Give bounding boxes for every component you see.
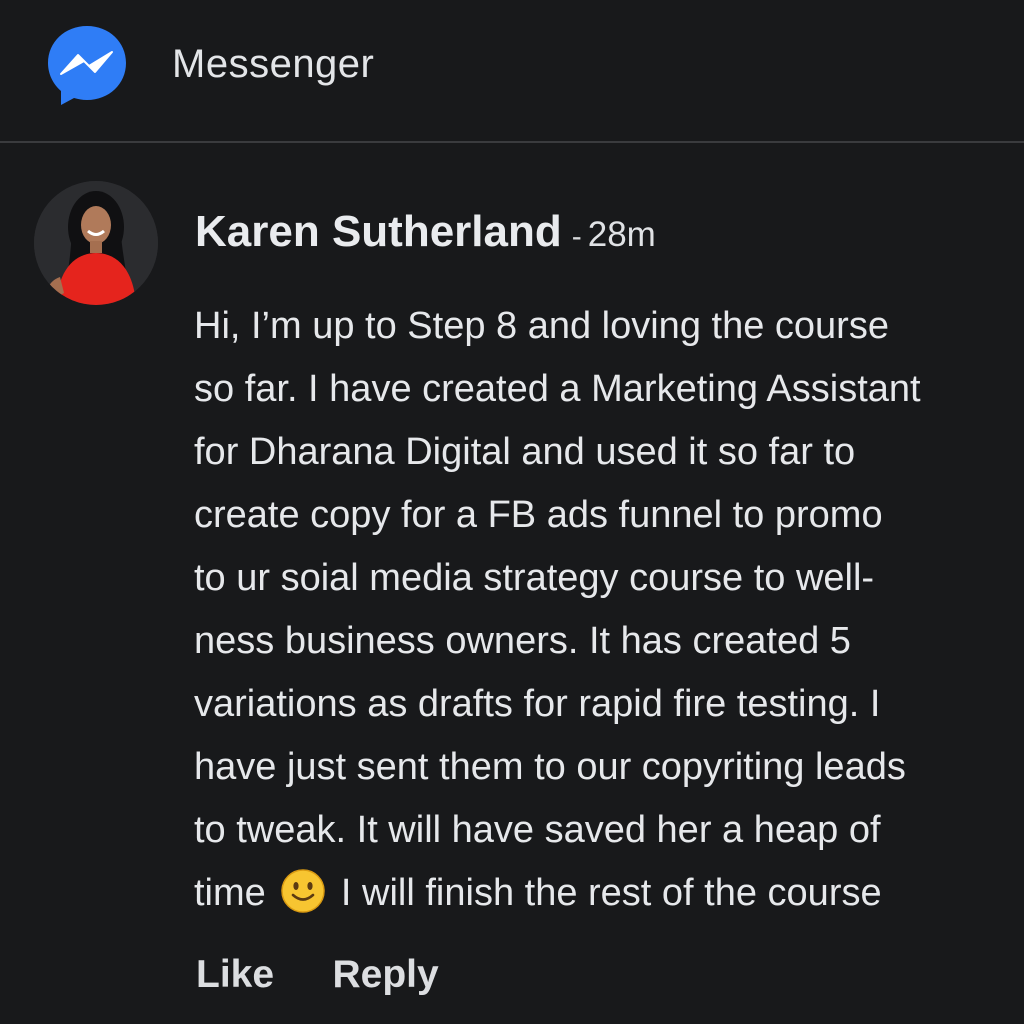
messenger-icon[interactable] [44, 22, 130, 108]
like-button[interactable]: Like [196, 953, 274, 997]
comment-line: Hi, I’m up to Step 8 and loving the cour… [194, 305, 889, 347]
comment-text: Hi, I’m up to Step 8 and loving the cour… [194, 295, 1024, 925]
comment-text-after-emoji: I will finish the rest of the course [340, 872, 882, 914]
comment-line: create copy for a FB ads funnel to promo [194, 494, 883, 536]
comment-line: so far. I have created a Marketing Assis… [194, 368, 921, 410]
comment-line: have just sent them to our copyriting le… [194, 746, 906, 788]
comment-line: for Dharana Digital and used it so far t… [194, 431, 856, 473]
comment-line: to ur soial media strategy course to wel… [194, 557, 875, 599]
author-name[interactable]: Karen Sutherland [195, 207, 562, 256]
comment-line-last: time I will finish the rest of the cours… [194, 862, 1024, 925]
comment-line: ness business owners. It has created 5 [194, 620, 851, 662]
app-title: Messenger [172, 42, 375, 86]
smiling-face-icon [281, 869, 326, 913]
avatar-portrait [34, 181, 158, 305]
separator: - [571, 220, 582, 253]
app-header: Messenger [0, 0, 1024, 143]
timestamp[interactable]: 28m [588, 215, 656, 254]
comment: Karen Sutherland -28m Hi, I’m up to Step … [0, 145, 1024, 1024]
avatar[interactable] [34, 181, 158, 305]
comment-header: Karen Sutherland -28m [195, 207, 656, 257]
comment-line: variations as drafts for rapid fire test… [194, 683, 881, 725]
reply-button[interactable]: Reply [333, 953, 439, 997]
comment-line: to tweak. It will have saved her a heap … [194, 809, 881, 851]
comment-actions: Like Reply [196, 953, 493, 997]
comment-text-before-emoji: time [194, 872, 266, 914]
